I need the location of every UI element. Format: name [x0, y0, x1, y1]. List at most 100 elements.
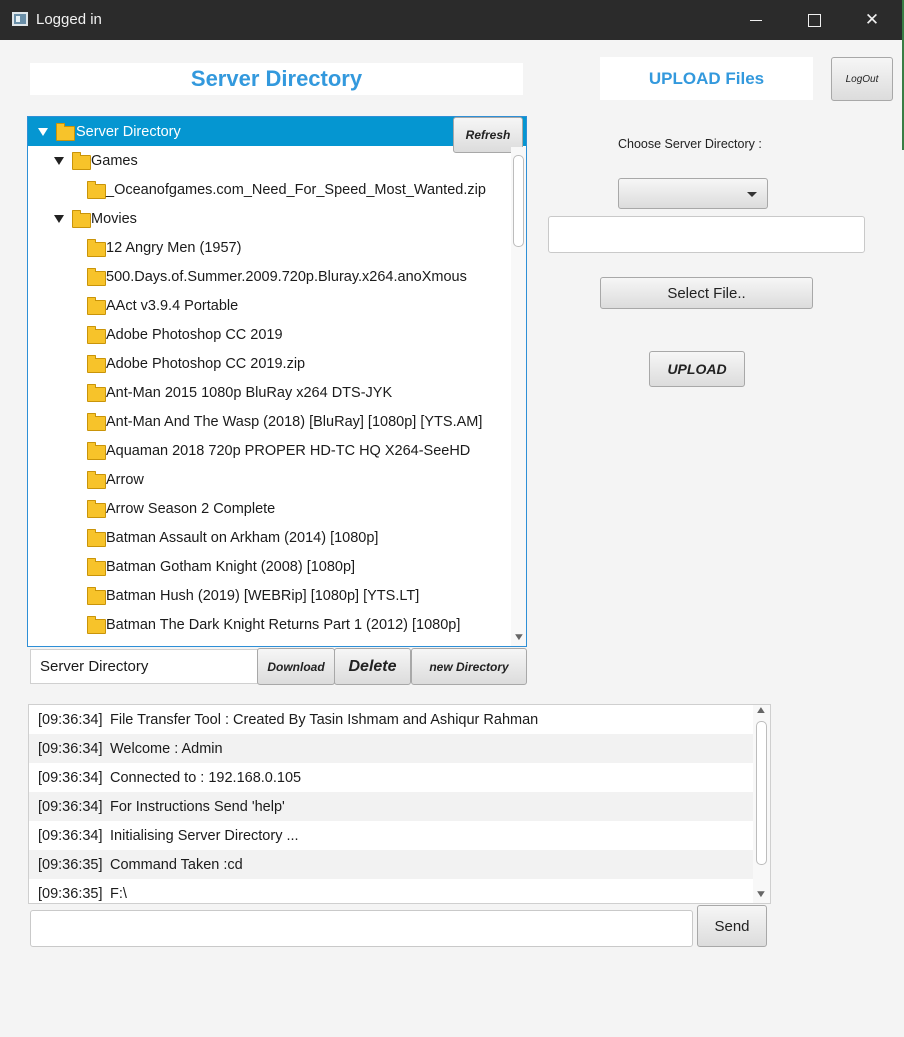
folder-icon: [87, 587, 106, 605]
tree-item-label: Batman Hush (2019) [WEBRip] [1080p] [YTS…: [106, 587, 420, 604]
tree-item[interactable]: Adobe Photoshop CC 2019.zip: [28, 349, 512, 378]
server-directory-dropdown[interactable]: [618, 178, 768, 209]
log-entry[interactable]: [09:36:35] Command Taken :cd: [29, 850, 753, 879]
log-timestamp: [09:36:34]: [38, 740, 103, 757]
chevron-down-icon: [747, 192, 757, 197]
tree-item[interactable]: Ant-Man 2015 1080p BluRay x264 DTS-JYK: [28, 378, 512, 407]
selected-file-field[interactable]: [548, 216, 865, 253]
directory-tree[interactable]: Server Directory Games _Oceanofgames.com_N…: [27, 116, 527, 647]
minimize-icon: [750, 19, 762, 21]
directory-path-field[interactable]: Server Directory: [30, 649, 258, 684]
folder-icon: [87, 268, 106, 286]
folder-icon: [87, 181, 106, 199]
new-directory-button[interactable]: new Directory: [411, 648, 527, 685]
tree-item[interactable]: AAct v3.9.4 Portable: [28, 291, 512, 320]
log-message: For Instructions Send 'help': [110, 798, 285, 815]
tree-item[interactable]: Batman The Dark Knight Returns Part 1 (2…: [28, 610, 512, 639]
expand-arrow-icon[interactable]: [54, 157, 64, 165]
folder-icon: [87, 384, 106, 402]
log-list[interactable]: [09:36:34] File Transfer Tool : Created B…: [28, 704, 771, 904]
log-timestamp: [09:36:35]: [38, 885, 103, 902]
log-entry[interactable]: [09:36:34] Initialising Server Directory …: [29, 821, 753, 850]
select-file-button[interactable]: Select File..: [600, 277, 813, 309]
tree-item[interactable]: Server Directory: [28, 117, 526, 146]
log-entry[interactable]: [09:36:34] For Instructions Send 'help': [29, 792, 753, 821]
folder-icon: [87, 326, 106, 344]
upload-files-heading: UPLOAD Files: [600, 57, 813, 100]
server-directory-heading: Server Directory: [30, 63, 523, 95]
app-window-icon: [12, 12, 28, 26]
tree-item[interactable]: Movies: [28, 204, 512, 233]
scroll-down-icon[interactable]: ▼: [513, 632, 526, 643]
folder-icon: [87, 558, 106, 576]
choose-server-directory-label: Choose Server Directory :: [618, 137, 762, 151]
command-input[interactable]: [30, 910, 693, 947]
tree-item-label: Arrow: [106, 471, 144, 488]
scroll-down-icon[interactable]: ▼: [755, 889, 768, 900]
log-entry[interactable]: [09:36:34] Connected to : 192.168.0.105: [29, 763, 753, 792]
tree-item-label: Batman The Dark Knight Returns Part 1 (2…: [106, 616, 461, 633]
tree-item[interactable]: Batman Assault on Arkham (2014) [1080p]: [28, 523, 512, 552]
folder-icon: [87, 442, 106, 460]
tree-item-label: AAct v3.9.4 Portable: [106, 297, 239, 314]
log-message: Connected to : 192.168.0.105: [110, 769, 302, 786]
log-timestamp: [09:36:35]: [38, 856, 103, 873]
folder-icon: [87, 500, 106, 518]
folder-icon: [87, 471, 106, 489]
scroll-up-icon[interactable]: ▲: [755, 705, 768, 716]
tree-item[interactable]: Games: [28, 146, 512, 175]
log-message: Initialising Server Directory ...: [110, 827, 299, 844]
folder-icon: [87, 239, 106, 257]
tree-item-label: 12 Angry Men (1957): [106, 239, 242, 256]
tree-item-label: Adobe Photoshop CC 2019: [106, 326, 283, 343]
maximize-button[interactable]: [785, 0, 843, 40]
logout-button[interactable]: LogOut: [831, 57, 893, 101]
tree-item-label: _Oceanofgames.com_Need_For_Speed_Most_Wa…: [106, 181, 486, 198]
log-message: F:\: [110, 885, 127, 902]
tree-item-label: Movies: [91, 210, 137, 227]
tree-item[interactable]: Batman Hush (2019) [WEBRip] [1080p] [YTS…: [28, 581, 512, 610]
tree-item[interactable]: 500.Days.of.Summer.2009.720p.Bluray.x264…: [28, 262, 512, 291]
log-message: Command Taken :cd: [110, 856, 243, 873]
minimize-button[interactable]: [727, 0, 785, 40]
tree-scrollbar-thumb[interactable]: [513, 155, 524, 247]
log-scrollbar[interactable]: ▲ ▼: [753, 705, 770, 903]
log-timestamp: [09:36:34]: [38, 798, 103, 815]
title-bar[interactable]: Logged in ✕: [0, 0, 904, 40]
expand-arrow-icon[interactable]: [38, 128, 48, 136]
tree-item-label: Games: [91, 152, 138, 169]
close-icon: ✕: [864, 10, 880, 29]
folder-icon: [87, 413, 106, 431]
tree-item-label: Aquaman 2018 720p PROPER HD-TC HQ X264-S…: [106, 442, 471, 459]
folder-icon: [87, 616, 106, 634]
log-scrollbar-thumb[interactable]: [756, 721, 767, 865]
tree-item[interactable]: Aquaman 2018 720p PROPER HD-TC HQ X264-S…: [28, 436, 512, 465]
tree-item[interactable]: Arrow Season 2 Complete: [28, 494, 512, 523]
send-button[interactable]: Send: [697, 905, 767, 947]
expand-arrow-icon[interactable]: [54, 215, 64, 223]
tree-item[interactable]: Arrow: [28, 465, 512, 494]
tree-item[interactable]: Batman Gotham Knight (2008) [1080p]: [28, 552, 512, 581]
log-timestamp: [09:36:34]: [38, 769, 103, 786]
upload-button[interactable]: UPLOAD: [649, 351, 745, 387]
download-button[interactable]: Download: [257, 648, 335, 685]
tree-item[interactable]: Adobe Photoshop CC 2019: [28, 320, 512, 349]
tree-item-label: Ant-Man 2015 1080p BluRay x264 DTS-JYK: [106, 384, 393, 401]
close-button[interactable]: ✕: [843, 0, 901, 40]
tree-item[interactable]: _Oceanofgames.com_Need_For_Speed_Most_Wa…: [28, 175, 512, 204]
maximize-icon: [807, 13, 821, 27]
folder-icon: [87, 355, 106, 373]
folder-icon: [87, 529, 106, 547]
tree-item-label: Server Directory: [76, 123, 181, 140]
log-entry[interactable]: [09:36:34] File Transfer Tool : Created B…: [29, 705, 753, 734]
log-entry[interactable]: [09:36:35] F:\: [29, 879, 753, 903]
tree-item[interactable]: Ant-Man And The Wasp (2018) [BluRay] [10…: [28, 407, 512, 436]
delete-button[interactable]: Delete: [334, 648, 411, 685]
tree-item[interactable]: 12 Angry Men (1957): [28, 233, 512, 262]
tree-item-label: 500.Days.of.Summer.2009.720p.Bluray.x264…: [106, 268, 467, 285]
log-entry[interactable]: [09:36:34] Welcome : Admin: [29, 734, 753, 763]
tree-scrollbar[interactable]: ▼: [511, 147, 526, 646]
folder-icon: [56, 123, 75, 141]
log-timestamp: [09:36:34]: [38, 711, 103, 728]
log-message: Welcome : Admin: [110, 740, 223, 757]
